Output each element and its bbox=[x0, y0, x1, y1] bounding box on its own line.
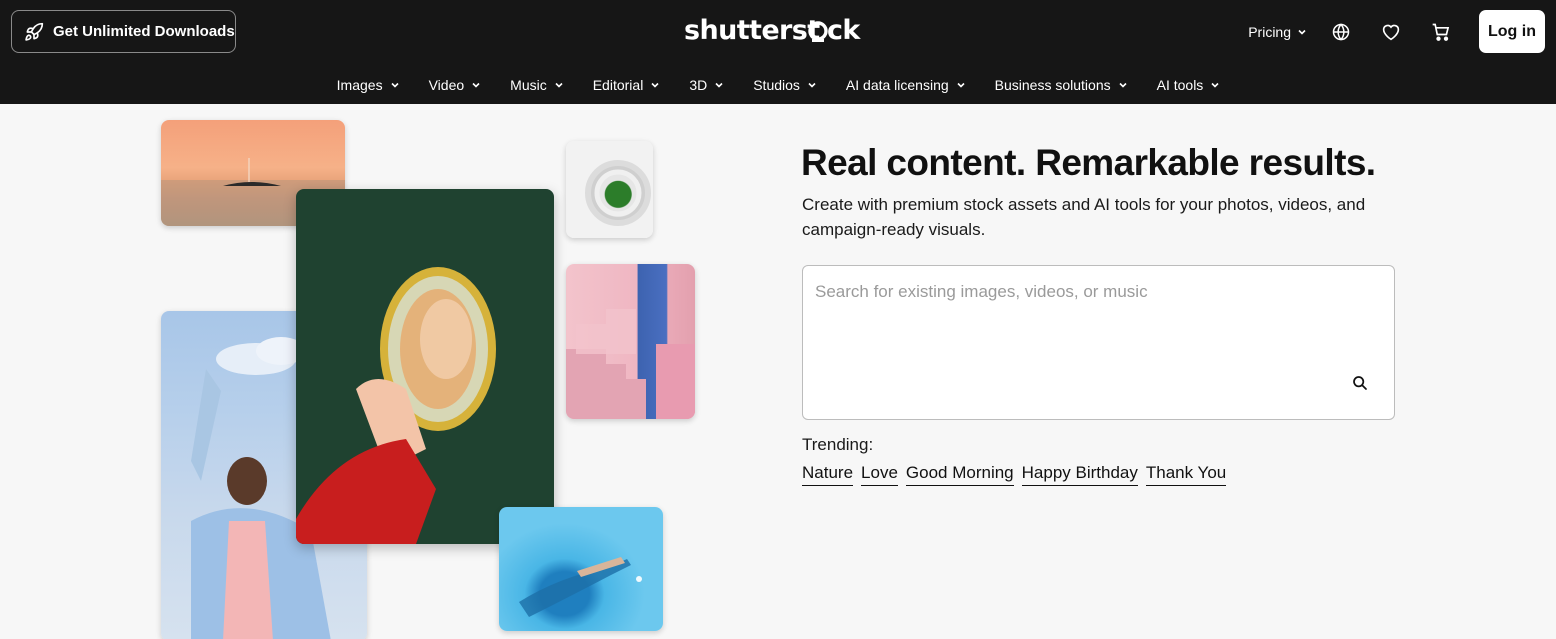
nav-item-label: Music bbox=[510, 77, 547, 93]
pricing-menu[interactable]: Pricing bbox=[1248, 24, 1307, 40]
svg-text:ck: ck bbox=[827, 15, 861, 46]
chevron-down-icon bbox=[471, 80, 481, 90]
hero-image-pink-architecture bbox=[566, 264, 695, 419]
promo-button-label: Get Unlimited Downloads bbox=[53, 23, 235, 40]
search-box bbox=[802, 265, 1395, 420]
search-input[interactable] bbox=[815, 282, 1375, 302]
nav-item-studios[interactable]: Studios bbox=[753, 77, 817, 93]
nav-item-label: Video bbox=[428, 77, 465, 93]
chevron-down-icon bbox=[1118, 80, 1128, 90]
nav-item-ai-tools[interactable]: AI tools bbox=[1157, 77, 1221, 93]
nav-item-business-solutions[interactable]: Business solutions bbox=[995, 77, 1128, 93]
heart-icon[interactable] bbox=[1379, 20, 1403, 44]
nav-item-label: AI data licensing bbox=[845, 77, 949, 93]
chevron-down-icon bbox=[650, 80, 660, 90]
login-button[interactable]: Log in bbox=[1479, 10, 1545, 53]
top-header: Get Unlimited Downloads shutterst ck shu… bbox=[0, 0, 1556, 104]
hero-headline: Real content. Remarkable results. bbox=[801, 142, 1376, 183]
svg-text:shutterst: shutterst bbox=[684, 15, 820, 46]
trending-link-nature[interactable]: Nature bbox=[802, 463, 854, 486]
chevron-down-icon bbox=[956, 80, 966, 90]
cart-icon[interactable] bbox=[1429, 20, 1453, 44]
hero-image-swimmer-pool bbox=[499, 507, 663, 631]
nav-item-label: 3D bbox=[689, 77, 708, 93]
nav-item-music[interactable]: Music bbox=[510, 77, 564, 93]
trending-list: Nature Love Good Morning Happy Birthday … bbox=[802, 463, 1234, 486]
rocket-icon bbox=[24, 22, 44, 42]
trending-label: Trending: bbox=[802, 435, 874, 454]
nav-item-label: Images bbox=[336, 77, 383, 93]
hero-subtext: Create with premium stock assets and AI … bbox=[802, 195, 1366, 239]
chevron-down-icon bbox=[1210, 80, 1220, 90]
nav-item-label: Studios bbox=[753, 77, 800, 93]
chevron-down-icon bbox=[554, 80, 564, 90]
chevron-down-icon bbox=[807, 80, 817, 90]
header-right-nav: Pricing Log in bbox=[1248, 10, 1545, 53]
search-icon[interactable] bbox=[1350, 373, 1370, 393]
nav-item-label: AI tools bbox=[1156, 77, 1204, 93]
nav-item-label: Editorial bbox=[592, 77, 644, 93]
globe-icon[interactable] bbox=[1329, 20, 1353, 44]
nav-item-editorial[interactable]: Editorial bbox=[593, 77, 661, 93]
trending-link-good-morning[interactable]: Good Morning bbox=[905, 463, 1014, 486]
hero-image-spiral-stair bbox=[566, 141, 653, 238]
chevron-down-icon bbox=[390, 80, 400, 90]
pricing-label: Pricing bbox=[1248, 23, 1291, 40]
nav-item-video[interactable]: Video bbox=[429, 77, 482, 93]
chevron-down-icon bbox=[714, 80, 724, 90]
chevron-down-icon bbox=[1297, 24, 1307, 40]
nav-item-images[interactable]: Images bbox=[337, 77, 400, 93]
trending-link-love[interactable]: Love bbox=[861, 463, 898, 486]
nav-item-label: Business solutions bbox=[994, 77, 1111, 93]
shutterstock-logo[interactable]: shutterst ck shutterstock bbox=[684, 12, 864, 48]
trending-link-thank-you[interactable]: Thank You bbox=[1145, 463, 1227, 486]
nav-item-3d[interactable]: 3D bbox=[689, 77, 724, 93]
get-unlimited-downloads-button[interactable]: Get Unlimited Downloads bbox=[11, 10, 236, 53]
logo-text: shutterstock bbox=[864, 12, 865, 13]
main-nav: Images Video Music Editorial 3D Studios … bbox=[0, 66, 1556, 104]
trending-link-happy-birthday[interactable]: Happy Birthday bbox=[1021, 463, 1138, 486]
hero-image-woman-mirror bbox=[296, 189, 554, 544]
nav-item-ai-data-licensing[interactable]: AI data licensing bbox=[846, 77, 966, 93]
